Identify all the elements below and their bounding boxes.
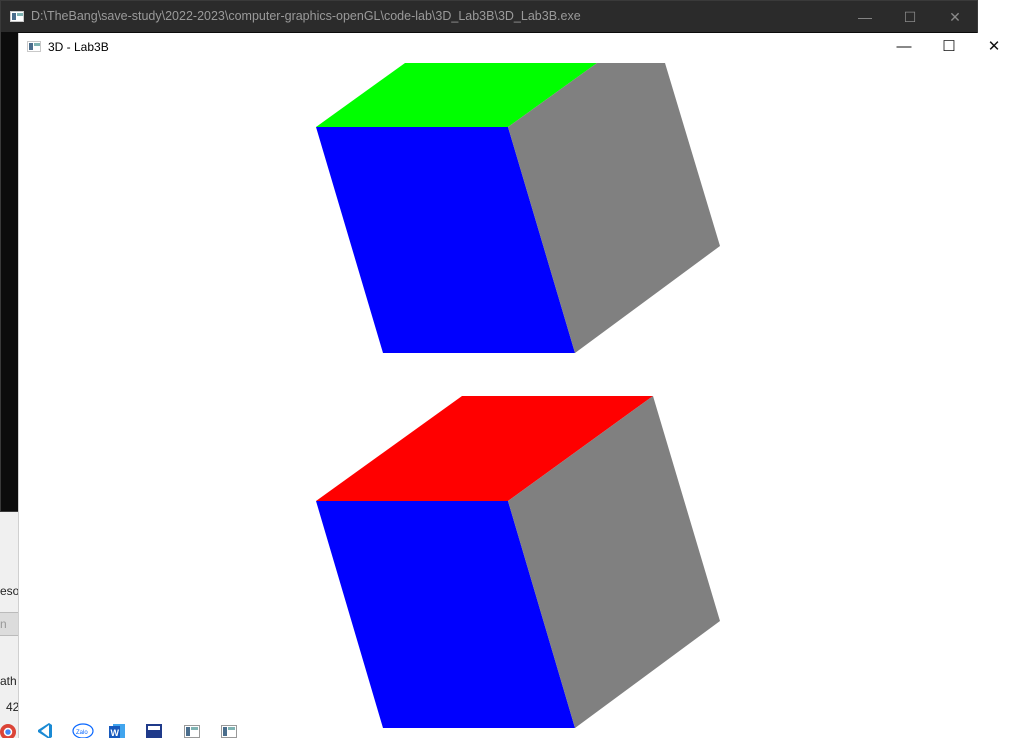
chrome-icon[interactable] [0,720,20,738]
word-icon[interactable]: W [108,720,128,738]
app-window-icon[interactable] [220,720,240,738]
vscode-icon[interactable] [35,720,55,738]
svg-text:W: W [111,728,120,738]
lower-cube [316,396,720,728]
app-window-icon[interactable] [183,720,203,738]
svg-text:Zalo: Zalo [76,730,88,736]
upper-cube [316,63,720,353]
obs-icon[interactable] [145,720,165,738]
zalo-icon[interactable]: Zalo [72,720,94,738]
gl-canvas[interactable] [0,0,1015,738]
